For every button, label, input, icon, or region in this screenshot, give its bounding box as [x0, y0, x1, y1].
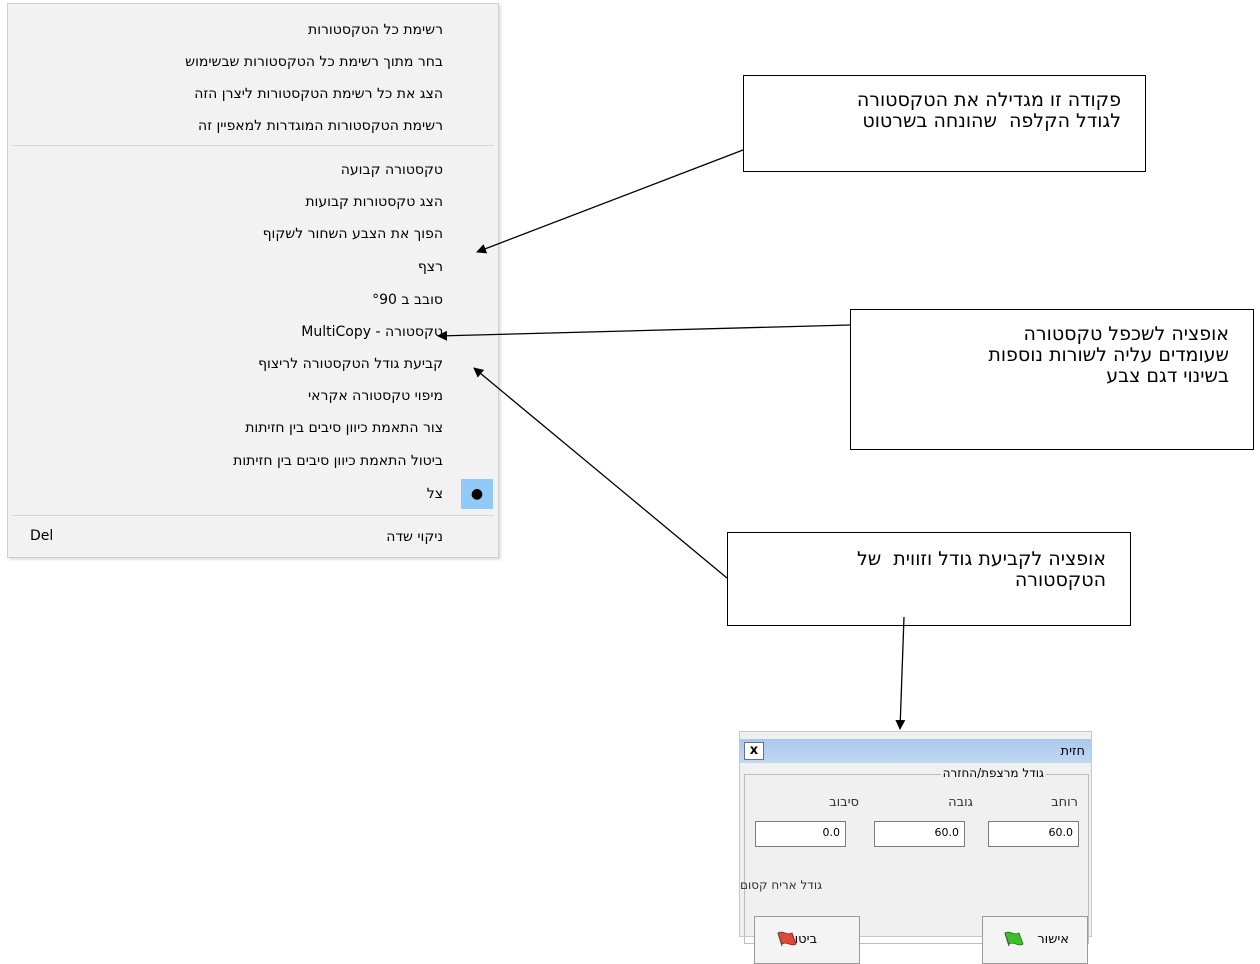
width-input[interactable]: 60.0 — [988, 821, 1079, 847]
arrow-to-dialog — [895, 616, 906, 730]
dialog-title: חזית — [1060, 744, 1085, 759]
width-label: רוחב — [1051, 795, 1078, 810]
height-label: גובה — [948, 795, 973, 810]
arrow-to-multicopy-item — [437, 324, 851, 341]
ok-button-label: אישור — [1037, 932, 1069, 947]
rotation-input[interactable]: 0.0 — [755, 821, 846, 847]
texture-size-dialog: חזית x גודל מרצפת/החזרה רוחב גובה סיבוב … — [739, 731, 1092, 964]
arrow-to-stretch-item — [476, 149, 744, 254]
red-flag-icon — [777, 931, 797, 947]
close-button[interactable]: x — [744, 742, 764, 760]
arrow-to-tile-size-item — [473, 367, 728, 579]
dialog-titlebar: חזית x — [740, 739, 1091, 763]
tile-size-label: גודל אריח קסום — [740, 878, 823, 892]
rotation-label: סיבוב — [829, 795, 859, 810]
ok-button[interactable]: אישור — [982, 916, 1088, 964]
group-title: גודל מרצפת/החזרה — [940, 766, 1046, 780]
green-flag-icon — [1004, 931, 1024, 947]
height-input[interactable]: 60.0 — [874, 821, 965, 847]
cancel-button[interactable]: ביטול — [754, 916, 860, 964]
